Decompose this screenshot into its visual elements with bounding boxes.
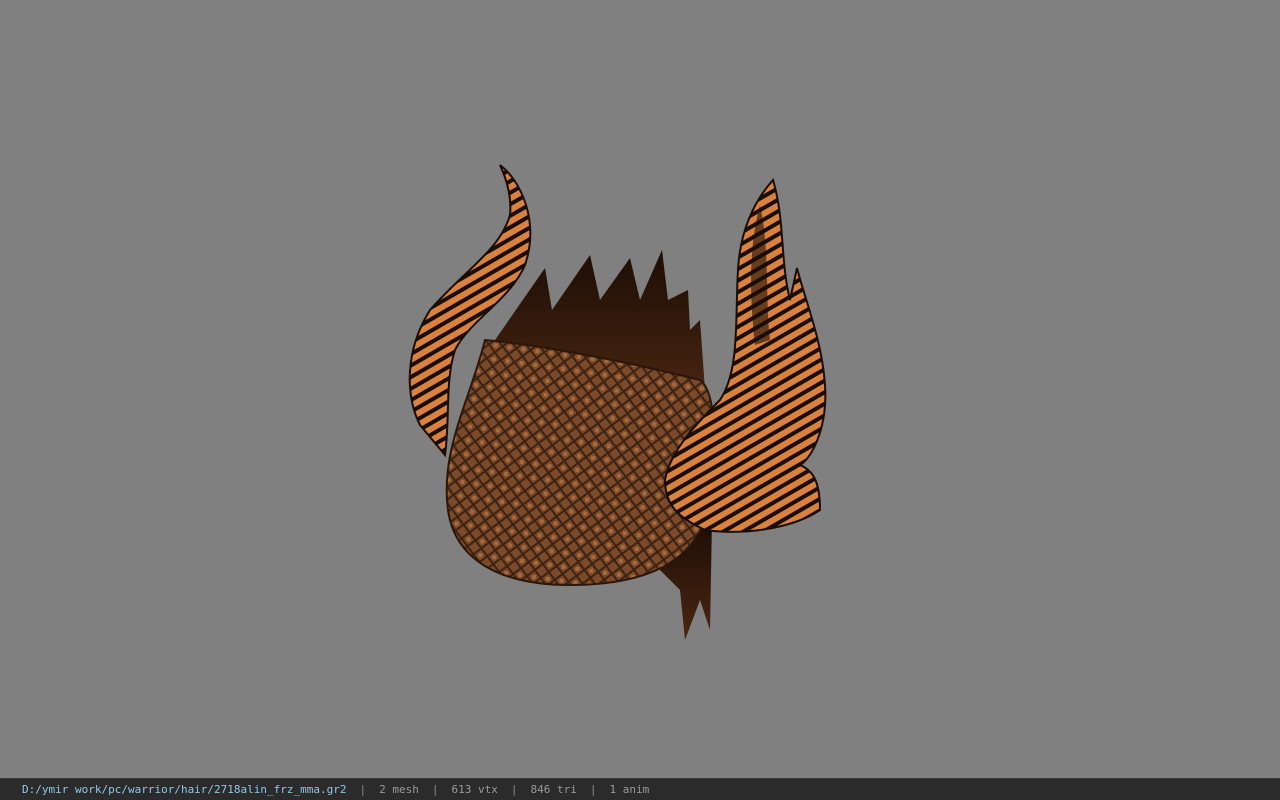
triangle-count: 846 tri <box>530 783 577 796</box>
anim-count: 1 anim <box>609 783 650 796</box>
vertex-count: 613 vtx <box>451 783 498 796</box>
separator: | <box>510 783 518 796</box>
separator: | <box>359 783 367 796</box>
separator: | <box>589 783 597 796</box>
status-bar: D:/ymir work/pc/warrior/hair/2718alin_fr… <box>0 778 1280 800</box>
hair-model[interactable] <box>0 0 1280 778</box>
3d-viewport[interactable] <box>0 0 1280 778</box>
separator: | <box>431 783 439 796</box>
file-path: D:/ymir work/pc/warrior/hair/2718alin_fr… <box>22 783 347 796</box>
mesh-count: 2 mesh <box>379 783 419 796</box>
